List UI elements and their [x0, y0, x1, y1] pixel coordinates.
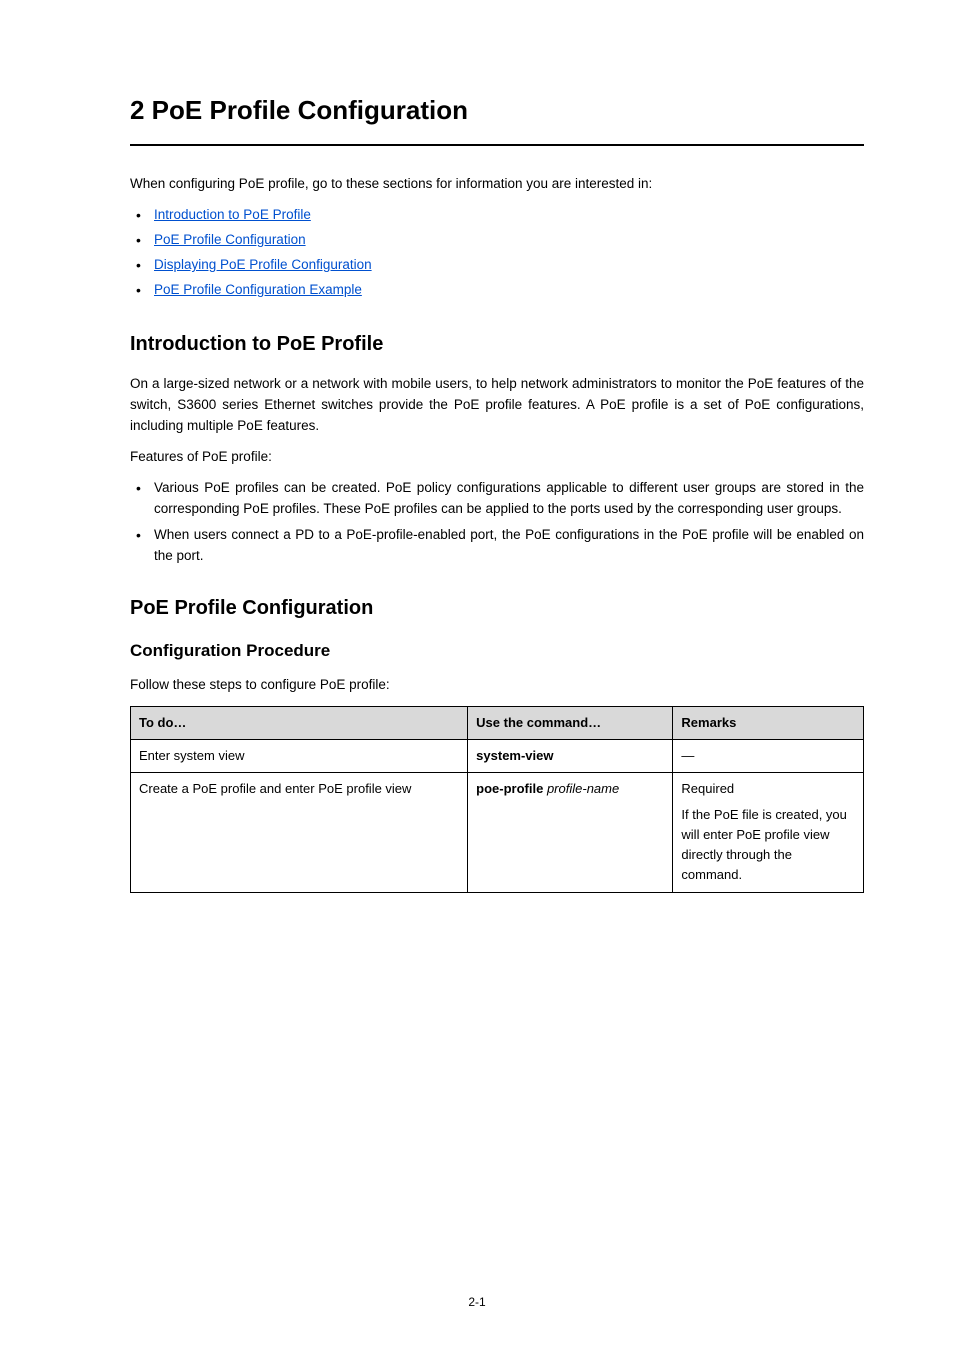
section-intro-body: On a large-sized network or a network wi…	[130, 374, 864, 437]
toc-link-display[interactable]: Displaying PoE Profile Configuration	[154, 257, 372, 272]
intro-paragraph: When configuring PoE profile, go to thes…	[130, 174, 864, 195]
features-lead: Features of PoE profile:	[130, 447, 864, 468]
chapter-title: 2 PoE Profile Configuration	[130, 90, 864, 130]
list-item: PoE Profile Configuration Example	[130, 280, 864, 301]
list-item: Displaying PoE Profile Configuration	[130, 255, 864, 276]
command-argument: profile-name	[547, 781, 619, 796]
list-item: When users connect a PD to a PoE-profile…	[130, 525, 864, 567]
cell-todo: Create a PoE profile and enter PoE profi…	[131, 772, 468, 892]
table-header-command: Use the command…	[468, 706, 673, 739]
toc-link-intro[interactable]: Introduction to PoE Profile	[154, 207, 311, 222]
toc-link-list: Introduction to PoE Profile PoE Profile …	[130, 205, 864, 301]
cell-command: poe-profile profile-name	[468, 772, 673, 892]
section-intro-heading: Introduction to PoE Profile	[130, 329, 864, 360]
list-item: Various PoE profiles can be created. PoE…	[130, 478, 864, 520]
features-list: Various PoE profiles can be created. PoE…	[130, 478, 864, 568]
procedure-lead: Follow these steps to configure PoE prof…	[130, 675, 864, 696]
config-table: To do… Use the command… Remarks Enter sy…	[130, 706, 864, 893]
cell-todo: Enter system view	[131, 739, 468, 772]
toc-link-config[interactable]: PoE Profile Configuration	[154, 232, 306, 247]
toc-link-example[interactable]: PoE Profile Configuration Example	[154, 282, 362, 297]
table-row: Enter system view system-view —	[131, 739, 864, 772]
list-item: Introduction to PoE Profile	[130, 205, 864, 226]
table-header-remarks: Remarks	[673, 706, 864, 739]
page-number: 2-1	[0, 1293, 954, 1312]
list-item: PoE Profile Configuration	[130, 230, 864, 251]
section-config-heading: PoE Profile Configuration	[130, 593, 864, 624]
subsection-procedure-heading: Configuration Procedure	[130, 638, 864, 664]
cell-remarks: —	[673, 739, 864, 772]
cell-command: system-view	[468, 739, 673, 772]
table-header-todo: To do…	[131, 706, 468, 739]
remarks-required: Required	[681, 779, 855, 799]
remarks-body: If the PoE file is created, you will ent…	[681, 805, 855, 886]
command-keyword: poe-profile	[476, 781, 547, 796]
table-row: Create a PoE profile and enter PoE profi…	[131, 772, 864, 892]
cell-remarks: Required If the PoE file is created, you…	[673, 772, 864, 892]
chapter-rule	[130, 144, 864, 146]
